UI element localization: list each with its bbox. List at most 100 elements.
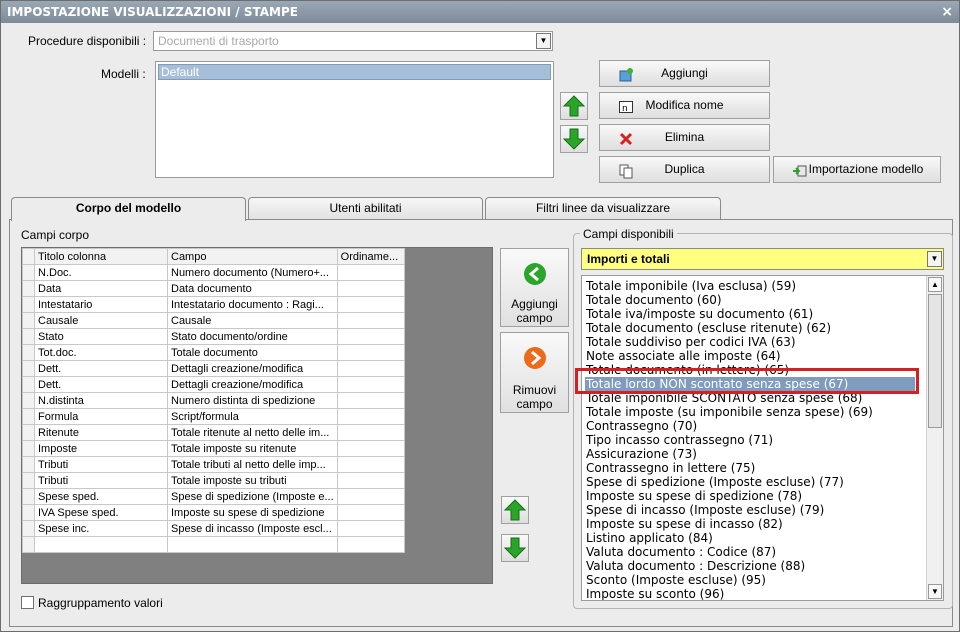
cell-titolo[interactable]: IVA Spese sped. xyxy=(34,504,168,521)
table-row[interactable]: Dett. Dettagli creazione/modifica xyxy=(22,360,405,377)
row-header[interactable] xyxy=(22,456,35,473)
cell-campo[interactable] xyxy=(167,536,338,553)
cell-ordinamento[interactable] xyxy=(336,472,405,489)
cell-ordinamento[interactable] xyxy=(336,504,405,521)
cell-campo[interactable]: Causale xyxy=(167,312,338,329)
add-model-button[interactable]: Aggiungi xyxy=(599,60,770,87)
scroll-thumb[interactable] xyxy=(928,294,942,428)
cell-ordinamento[interactable] xyxy=(336,264,405,281)
list-item[interactable]: Tipo incasso contrassegno (71) xyxy=(586,433,773,447)
row-header[interactable] xyxy=(22,296,35,313)
vertical-scrollbar[interactable]: ▲ ▼ xyxy=(926,276,943,600)
cell-titolo[interactable]: Tributi xyxy=(34,472,168,489)
cell-ordinamento[interactable] xyxy=(336,424,405,441)
list-item[interactable]: Totale documento (60) xyxy=(586,293,722,307)
list-item[interactable]: Totale imponibile (Iva esclusa) (59) xyxy=(586,279,796,293)
row-header[interactable] xyxy=(22,264,35,281)
scroll-up-icon[interactable]: ▲ xyxy=(928,277,942,292)
move-down-button[interactable] xyxy=(560,125,588,153)
list-item[interactable]: Spese di incasso (Imposte escluse) (79) xyxy=(586,503,824,517)
field-move-up-button[interactable] xyxy=(501,496,529,524)
cell-ordinamento[interactable] xyxy=(336,392,405,409)
cell-campo[interactable]: Data documento xyxy=(167,280,338,297)
rename-model-button[interactable]: n Modifica nome xyxy=(599,92,770,119)
cell-titolo[interactable]: Intestatario xyxy=(34,296,168,313)
category-select[interactable]: Importi e totali ▼ xyxy=(581,248,944,270)
row-header[interactable] xyxy=(22,408,35,425)
cell-ordinamento[interactable] xyxy=(336,344,405,361)
row-header[interactable] xyxy=(22,520,35,537)
cell-campo[interactable]: Spese di spedizione (Imposte e... xyxy=(167,488,338,505)
cell-titolo[interactable]: Ritenute xyxy=(34,424,168,441)
row-header[interactable] xyxy=(22,328,35,345)
list-item[interactable]: Totale documento (escluse ritenute) (62) xyxy=(586,321,831,335)
row-header[interactable] xyxy=(22,488,35,505)
cell-ordinamento[interactable] xyxy=(336,296,405,313)
list-item[interactable]: Contrassegno (70) xyxy=(586,419,697,433)
list-item[interactable]: Spese di spedizione (Imposte escluse) (7… xyxy=(586,475,844,489)
move-up-button[interactable] xyxy=(560,92,588,120)
cell-titolo[interactable]: Dett. xyxy=(34,360,168,377)
chevron-down-icon[interactable]: ▼ xyxy=(927,251,942,267)
table-row[interactable]: Tot.doc. Totale documento xyxy=(22,344,405,361)
list-item[interactable]: Valuta documento : Codice (87) xyxy=(586,545,776,559)
row-header[interactable] xyxy=(22,472,35,489)
table-row[interactable]: Spese inc. Spese di incasso (Imposte escl… xyxy=(22,520,405,537)
cell-campo[interactable]: Numero documento (Numero+... xyxy=(167,264,338,281)
row-header[interactable] xyxy=(22,392,35,409)
table-row[interactable]: Causale Causale xyxy=(22,312,405,329)
field-move-down-button[interactable] xyxy=(501,534,529,562)
table-row[interactable] xyxy=(22,536,405,553)
row-header[interactable] xyxy=(22,280,35,297)
cell-campo[interactable]: Dettagli creazione/modifica xyxy=(167,376,338,393)
delete-model-button[interactable]: Elimina xyxy=(599,124,770,151)
cell-titolo[interactable]: N.distinta xyxy=(34,392,168,409)
cell-ordinamento[interactable] xyxy=(336,536,405,553)
cell-titolo[interactable]: Tributi xyxy=(34,456,168,473)
cell-campo[interactable]: Script/formula xyxy=(167,408,338,425)
cell-campo[interactable]: Totale ritenute al netto delle im... xyxy=(167,424,338,441)
cell-campo[interactable]: Totale tributi al netto delle imp... xyxy=(167,456,338,473)
row-header[interactable] xyxy=(22,424,35,441)
list-item[interactable]: Totale suddiviso per codici IVA (63) xyxy=(586,335,796,349)
list-item[interactable]: Assicurazione (73) xyxy=(586,447,697,461)
available-fields-list[interactable]: ▲ ▼ Totale imponibile (Iva esclusa) (59)… xyxy=(581,275,944,601)
cell-titolo[interactable]: Stato xyxy=(34,328,168,345)
campi-corpo-grid[interactable]: Titolo colonna Campo Ordiname... N.Doc. N… xyxy=(21,247,493,584)
close-icon[interactable]: × xyxy=(941,1,953,23)
models-list[interactable]: Default xyxy=(155,61,554,178)
cell-ordinamento[interactable] xyxy=(336,328,405,345)
tab-filtri-linee[interactable]: Filtri linee da visualizzare xyxy=(485,197,721,219)
column-header-campo[interactable]: Campo xyxy=(167,248,338,265)
cell-titolo[interactable]: Formula xyxy=(34,408,168,425)
cell-ordinamento[interactable] xyxy=(336,376,405,393)
tab-utenti-abilitati[interactable]: Utenti abilitati xyxy=(248,197,483,219)
cell-campo[interactable]: Stato documento/ordine xyxy=(167,328,338,345)
list-item[interactable]: Imposte su sconto (96) xyxy=(586,587,724,600)
table-row[interactable]: N.distinta Numero distinta di spedizione xyxy=(22,392,405,409)
column-header-ordinamento[interactable]: Ordiname... xyxy=(336,248,405,265)
cell-ordinamento[interactable] xyxy=(336,360,405,377)
list-item[interactable]: Sconto (Imposte escluse) (95) xyxy=(586,573,766,587)
column-header-titolo[interactable]: Titolo colonna xyxy=(34,248,168,265)
cell-ordinamento[interactable] xyxy=(336,520,405,537)
cell-ordinamento[interactable] xyxy=(336,408,405,425)
row-header[interactable] xyxy=(22,360,35,377)
cell-ordinamento[interactable] xyxy=(336,312,405,329)
row-header[interactable] xyxy=(22,344,35,361)
table-row[interactable]: IVA Spese sped. Imposte su spese di spedi… xyxy=(22,504,405,521)
scroll-down-icon[interactable]: ▼ xyxy=(928,584,942,599)
list-item[interactable]: Imposte su spese di incasso (82) xyxy=(586,517,783,531)
list-item[interactable]: Valuta documento : Descrizione (88) xyxy=(586,559,805,573)
cell-campo[interactable]: Imposte su spese di spedizione xyxy=(167,504,338,521)
table-row[interactable]: Spese sped. Spese di spedizione (Imposte … xyxy=(22,488,405,505)
table-row[interactable]: Intestatario Intestatario documento : Rag… xyxy=(22,296,405,313)
table-row[interactable]: Tributi Totale imposte su tributi xyxy=(22,472,405,489)
model-item[interactable]: Default xyxy=(158,64,551,80)
cell-titolo[interactable]: Spese inc. xyxy=(34,520,168,537)
table-row[interactable]: Data Data documento xyxy=(22,280,405,297)
raggruppamento-checkbox[interactable] xyxy=(21,596,34,609)
tab-corpo-modello[interactable]: Corpo del modello xyxy=(11,197,246,221)
list-item[interactable]: Imposte su spese di spedizione (78) xyxy=(586,489,802,503)
cell-titolo[interactable]: Data xyxy=(34,280,168,297)
